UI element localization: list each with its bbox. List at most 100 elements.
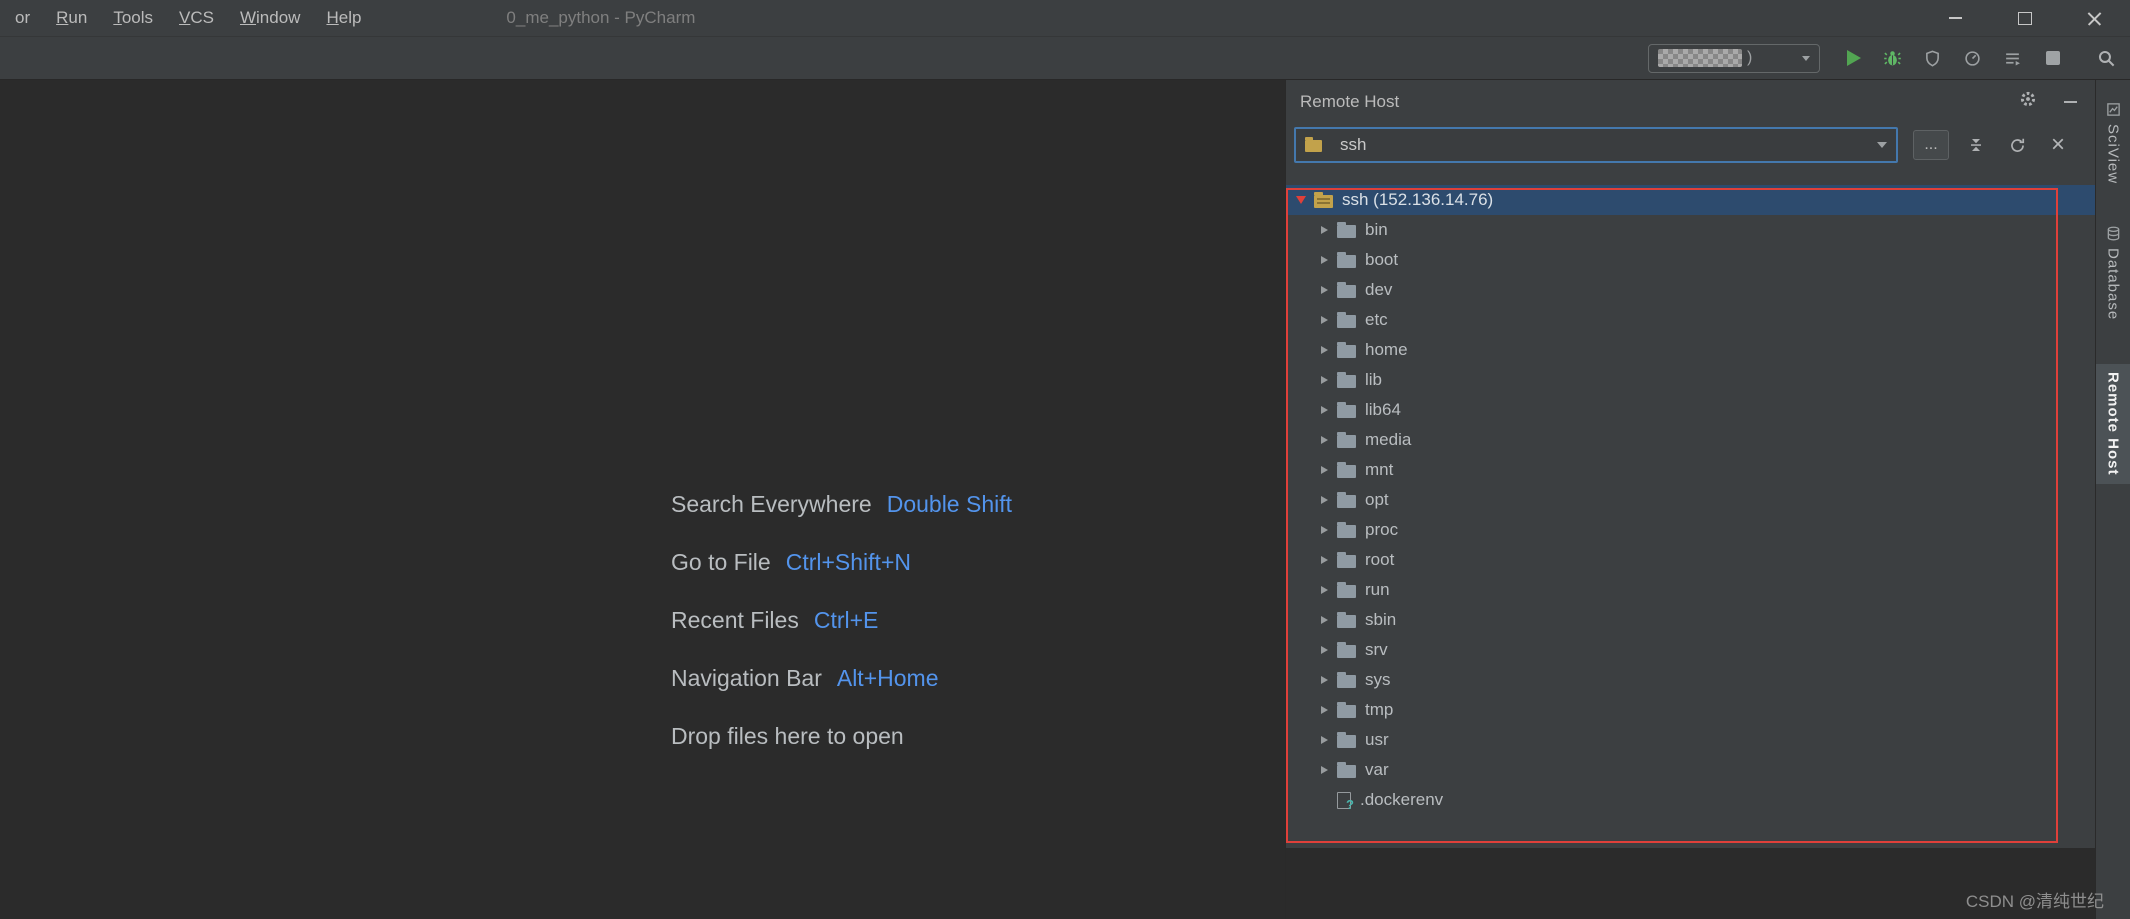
tree-row-folder[interactable]: sys [1286, 665, 2095, 695]
chevron-collapsed-icon[interactable] [1311, 316, 1337, 324]
hide-panel-button[interactable] [2064, 100, 2077, 103]
tree-row-folder[interactable]: tmp [1286, 695, 2095, 725]
shortcut-keys: Alt+Home [836, 664, 939, 691]
close-icon: × [2050, 131, 2065, 158]
tree-row-folder[interactable]: bin [1286, 215, 2095, 245]
chevron-collapsed-icon[interactable] [1311, 376, 1337, 384]
collapse-all-button[interactable] [1964, 133, 1988, 157]
profiler-button[interactable] [1959, 45, 1986, 72]
chevron-collapsed-icon[interactable] [1311, 586, 1337, 594]
tree-row-folder[interactable]: boot [1286, 245, 2095, 275]
folder-icon [1337, 671, 1356, 688]
connection-select[interactable]: ssh [1294, 127, 1898, 163]
tree-label: media [1365, 430, 1412, 449]
close-window-button[interactable] [2060, 0, 2130, 37]
remote-host-root-icon [1314, 191, 1333, 208]
tool-tab-remote-host[interactable]: Remote Host [2096, 364, 2130, 484]
chevron-collapsed-icon[interactable] [1311, 526, 1337, 534]
tree-row-folder[interactable]: sbin [1286, 605, 2095, 635]
browse-connections-button[interactable]: ... [1913, 130, 1949, 160]
menu-item-refactor-truncated[interactable]: or [2, 8, 43, 28]
debug-button[interactable] [1879, 45, 1906, 72]
chevron-collapsed-icon[interactable] [1311, 406, 1337, 414]
editor-area[interactable]: Search Everywhere Double Shift Go to Fil… [0, 80, 1285, 919]
tree-row-folder[interactable]: run [1286, 575, 2095, 605]
chevron-collapsed-icon[interactable] [1311, 226, 1337, 234]
chevron-collapsed-icon[interactable] [1311, 346, 1337, 354]
minimize-window-button[interactable] [1920, 0, 1990, 37]
menu-item-run[interactable]: Run [43, 8, 100, 28]
shortcut-keys: Double Shift [886, 490, 1013, 517]
tree-row-folder[interactable]: dev [1286, 275, 2095, 305]
right-tool-tab-strip: SciView Database Remote Host [2095, 80, 2130, 919]
window-controls [1920, 0, 2130, 37]
maximize-window-button[interactable] [1990, 0, 2060, 37]
folder-icon [1337, 611, 1356, 628]
folder-icon [1337, 311, 1356, 328]
chevron-collapsed-icon[interactable] [1311, 616, 1337, 624]
stop-button[interactable] [2039, 45, 2066, 72]
bug-icon [1884, 50, 1901, 65]
tree-row-folder[interactable]: root [1286, 545, 2095, 575]
menu-item-vcs[interactable]: VCS [166, 8, 227, 28]
shortcut-hint-row: Go to File Ctrl+Shift+N [671, 533, 1012, 591]
menu-item-tools[interactable]: Tools [100, 8, 166, 28]
menu-item-help[interactable]: Help [313, 8, 374, 28]
shortcut-label: Recent Files [671, 606, 799, 633]
chevron-expanded-icon[interactable] [1288, 196, 1314, 204]
tree-label: var [1365, 760, 1389, 779]
folder-icon [1337, 521, 1356, 538]
tree-row-folder[interactable]: var [1286, 755, 2095, 785]
panel-header-icons [2019, 90, 2077, 113]
tree-row-file[interactable]: .dockerenv [1286, 785, 2095, 815]
connection-value: ssh [1340, 135, 1367, 154]
run-tasks-button[interactable] [1999, 45, 2026, 72]
tree-row-folder[interactable]: home [1286, 335, 2095, 365]
settings-button[interactable] [2019, 90, 2037, 113]
menu-item-window[interactable]: Window [227, 8, 313, 28]
chevron-collapsed-icon[interactable] [1311, 766, 1337, 774]
folder-icon [1337, 641, 1356, 658]
run-configuration-select[interactable]: ) [1648, 43, 1820, 73]
tree-label: boot [1365, 250, 1399, 269]
tool-tab-database[interactable]: Database [2096, 218, 2130, 328]
tree-row-folder[interactable]: opt [1286, 485, 2095, 515]
close-panel-button[interactable]: × [2046, 133, 2070, 157]
run-with-coverage-button[interactable] [1919, 45, 1946, 72]
panel-title: Remote Host [1300, 91, 1400, 111]
tree-row-folder[interactable]: media [1286, 425, 2095, 455]
tree-label: sys [1365, 670, 1391, 689]
refresh-button[interactable] [2005, 133, 2029, 157]
gear-icon [2020, 91, 2036, 107]
tree-row-folder[interactable]: mnt [1286, 455, 2095, 485]
chevron-collapsed-icon[interactable] [1311, 496, 1337, 504]
folder-icon [1337, 731, 1356, 748]
tree-row-folder[interactable]: proc [1286, 515, 2095, 545]
redacted-run-config-name [1658, 49, 1742, 67]
shortcut-label: Navigation Bar [671, 664, 822, 691]
search-everywhere-button[interactable] [2093, 45, 2120, 72]
tree-label: dev [1365, 280, 1393, 299]
chevron-collapsed-icon[interactable] [1311, 466, 1337, 474]
chevron-collapsed-icon[interactable] [1311, 646, 1337, 654]
database-icon [2107, 226, 2119, 241]
chevron-collapsed-icon[interactable] [1311, 436, 1337, 444]
tree-label: usr [1365, 730, 1389, 749]
tool-tab-sciview[interactable]: SciView [2096, 94, 2130, 192]
chevron-collapsed-icon[interactable] [1311, 736, 1337, 744]
tree-row-folder[interactable]: lib64 [1286, 395, 2095, 425]
tree-row-folder[interactable]: etc [1286, 305, 2095, 335]
tree-row-folder[interactable]: usr [1286, 725, 2095, 755]
tree-row-folder[interactable]: srv [1286, 635, 2095, 665]
minimize-icon [2064, 100, 2077, 103]
tree-row-remote-root[interactable]: ssh (152.136.14.76) [1286, 185, 2095, 215]
chevron-collapsed-icon[interactable] [1311, 676, 1337, 684]
chevron-collapsed-icon[interactable] [1311, 286, 1337, 294]
sciview-icon [2106, 103, 2120, 116]
tree-row-folder[interactable]: lib [1286, 365, 2095, 395]
chevron-collapsed-icon[interactable] [1311, 256, 1337, 264]
shortcut-keys: Ctrl+E [813, 606, 879, 633]
chevron-collapsed-icon[interactable] [1311, 706, 1337, 714]
chevron-collapsed-icon[interactable] [1311, 556, 1337, 564]
run-button[interactable] [1839, 45, 1866, 72]
